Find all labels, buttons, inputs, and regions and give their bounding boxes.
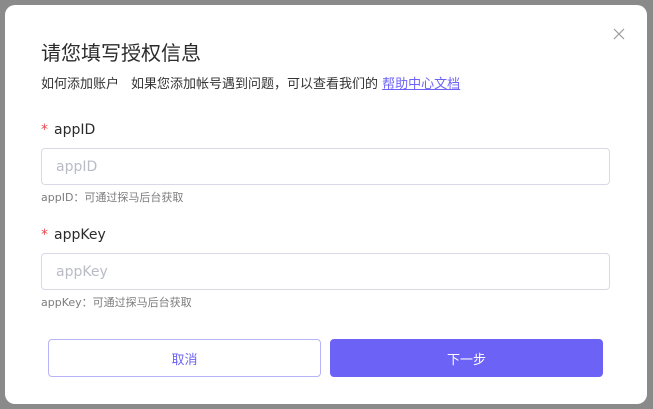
appid-hint: appID：可通过探马后台获取 bbox=[41, 191, 184, 204]
appid-label: * appID bbox=[41, 120, 95, 140]
required-mark: * bbox=[41, 122, 48, 138]
help-line: 如何添加账户 如果您添加帐号遇到问题，可以查看我们的 帮助中心文档 bbox=[41, 75, 460, 95]
auth-dialog: 请您填写授权信息 如何添加账户 如果您添加帐号遇到问题，可以查看我们的 帮助中心文… bbox=[5, 5, 647, 404]
appkey-label: * appKey bbox=[41, 225, 106, 245]
appkey-label-text: appKey bbox=[54, 227, 106, 243]
appkey-input[interactable] bbox=[41, 253, 610, 290]
next-button[interactable]: 下一步 bbox=[330, 339, 603, 377]
help-prefix: 如何添加账户 bbox=[41, 77, 120, 92]
appid-label-text: appID bbox=[54, 122, 96, 138]
help-text: 如果您添加帐号遇到问题，可以查看我们的 bbox=[131, 77, 379, 92]
dialog-title: 请您填写授权信息 bbox=[41, 41, 201, 65]
appid-input[interactable] bbox=[41, 148, 610, 185]
cancel-button[interactable]: 取消 bbox=[48, 339, 321, 377]
help-center-link[interactable]: 帮助中心文档 bbox=[382, 77, 460, 92]
close-icon[interactable] bbox=[613, 28, 625, 40]
appkey-hint: appKey：可通过探马后台获取 bbox=[41, 296, 192, 309]
required-mark: * bbox=[41, 227, 48, 243]
